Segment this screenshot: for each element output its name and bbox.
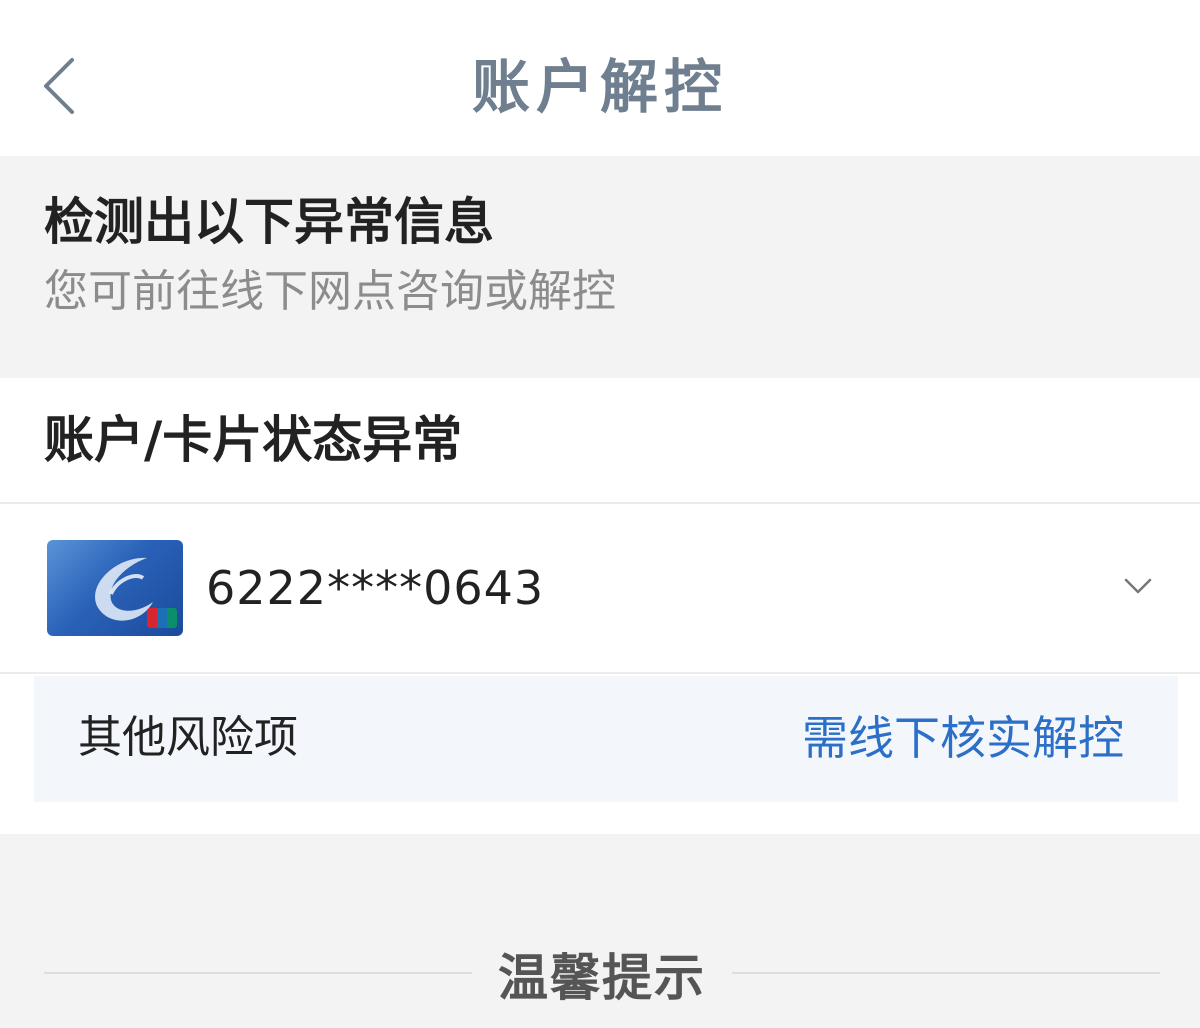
risk-label: 其他风险项: [78, 712, 298, 763]
tips-divider-right: [732, 972, 1160, 974]
nav-bar: 账户解控: [0, 0, 1200, 156]
tips-section: 温馨提示: [0, 834, 1200, 1028]
page-title: 账户解控: [471, 53, 728, 121]
info-subtitle: 您可前往线下网点咨询或解控: [44, 266, 616, 317]
section-title: 账户/卡片状态异常: [44, 411, 463, 469]
risk-item-row: 其他风险项 需线下核实解控: [34, 676, 1178, 802]
info-title: 检测出以下异常信息: [44, 193, 494, 251]
card-row[interactable]: 6222****0643: [0, 504, 1200, 672]
divider: [0, 672, 1200, 674]
tips-divider-left: [44, 972, 472, 974]
abnormal-info-block: 检测出以下异常信息 您可前往线下网点咨询或解控: [0, 156, 1200, 378]
verify-offline-link[interactable]: 需线下核实解控: [802, 710, 1124, 766]
unionpay-logo-icon: [147, 608, 177, 628]
card-status-section: 账户/卡片状态异常 6222****0643 其他风险项 需线下核实解控: [0, 378, 1200, 834]
tips-title: 温馨提示: [498, 949, 706, 1007]
bank-card-image: [47, 540, 183, 636]
account-unlock-page: 账户解控 检测出以下异常信息 您可前往线下网点咨询或解控 账户/卡片状态异常 6…: [0, 0, 1200, 1028]
chevron-down-icon[interactable]: [1120, 568, 1156, 604]
card-number: 6222****0643: [206, 561, 545, 615]
